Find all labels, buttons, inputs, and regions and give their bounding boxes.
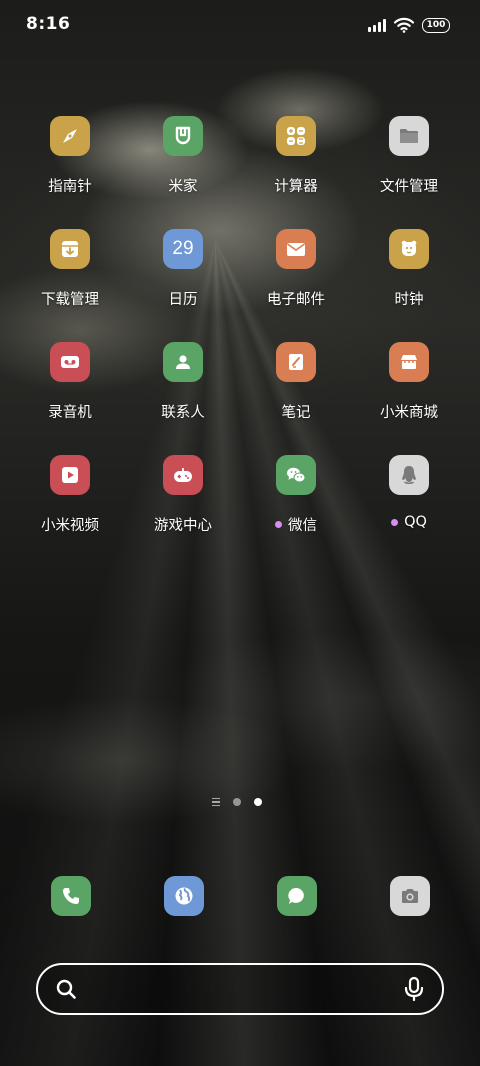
- app-calculator[interactable]: 计算器: [241, 116, 351, 216]
- qq-icon: [389, 455, 429, 495]
- dock-phone[interactable]: [51, 876, 91, 916]
- app-game-center[interactable]: 游戏中心: [128, 455, 238, 555]
- app-download-manager[interactable]: 下载管理: [15, 229, 125, 329]
- search-icon[interactable]: [54, 977, 78, 1001]
- app-compass[interactable]: 指南针: [15, 116, 125, 216]
- app-contacts[interactable]: 联系人: [128, 342, 238, 442]
- search-input[interactable]: [90, 965, 390, 1013]
- download-icon: [50, 229, 90, 269]
- status-icons: 100: [368, 16, 450, 34]
- dock-messages[interactable]: [277, 876, 317, 916]
- new-install-dot: [275, 521, 282, 528]
- gamepad-icon: [163, 455, 203, 495]
- signal-icon: [368, 18, 386, 32]
- app-file-manager[interactable]: 文件管理: [354, 116, 464, 216]
- page-dot[interactable]: [233, 798, 241, 806]
- page-list-icon[interactable]: [212, 797, 220, 807]
- page-dot-active[interactable]: [254, 798, 262, 806]
- status-time: 8:16: [26, 14, 71, 34]
- battery-level: 100: [426, 19, 446, 30]
- video-icon: [50, 455, 90, 495]
- calendar-icon: 29: [163, 229, 203, 269]
- app-label: 录音机: [48, 405, 92, 421]
- app-recorder[interactable]: 录音机: [15, 342, 125, 442]
- app-label: 游戏中心: [154, 518, 212, 534]
- app-mi-video[interactable]: 小米视频: [15, 455, 125, 555]
- mic-icon[interactable]: [402, 976, 426, 1002]
- app-label: 小米商城: [380, 405, 438, 421]
- app-label: 时钟: [394, 292, 424, 308]
- store-icon: [389, 342, 429, 382]
- dock-camera[interactable]: [390, 876, 430, 916]
- search-bar[interactable]: [36, 963, 444, 1015]
- app-label: 计算器: [274, 179, 318, 195]
- app-email[interactable]: 电子邮件: [241, 229, 351, 329]
- app-label: 微信: [275, 514, 317, 535]
- camera-icon: [402, 889, 418, 903]
- app-label: 联系人: [161, 405, 205, 421]
- app-label: 日历: [168, 292, 198, 308]
- recorder-icon: [50, 342, 90, 382]
- mijia-icon: [163, 116, 203, 156]
- contact-icon: [163, 342, 203, 382]
- app-mi-store[interactable]: 小米商城: [354, 342, 464, 442]
- app-label: QQ: [391, 514, 427, 530]
- mail-icon: [276, 229, 316, 269]
- compass-icon: [50, 116, 90, 156]
- phone-icon: [63, 888, 79, 904]
- new-install-dot: [391, 518, 399, 526]
- clock-icon: [389, 229, 429, 269]
- app-label: 电子邮件: [267, 292, 325, 308]
- app-wechat[interactable]: 微信: [241, 455, 351, 555]
- folder-icon: [389, 116, 429, 156]
- app-label: 指南针: [48, 179, 92, 195]
- note-icon: [276, 342, 316, 382]
- app-notes[interactable]: 笔记: [241, 342, 351, 442]
- app-clock[interactable]: 时钟: [354, 229, 464, 329]
- status-bar: 8:16 100: [0, 0, 480, 50]
- calculator-icon: [276, 116, 316, 156]
- battery-icon: 100: [422, 17, 450, 33]
- wechat-icon: [276, 455, 316, 495]
- page-indicator[interactable]: [212, 796, 272, 808]
- app-label: 下载管理: [41, 292, 99, 308]
- message-icon: [288, 887, 304, 904]
- browser-icon: [175, 887, 193, 905]
- app-qq[interactable]: QQ: [354, 455, 464, 555]
- app-mijia[interactable]: 米家: [128, 116, 238, 216]
- app-label: 米家: [168, 179, 198, 195]
- app-label: 小米视频: [41, 518, 99, 534]
- wifi-icon: [394, 17, 414, 33]
- app-label: 文件管理: [380, 179, 438, 195]
- dock-browser[interactable]: [164, 876, 204, 916]
- calendar-date: 29: [172, 238, 194, 259]
- app-label: 笔记: [281, 405, 311, 421]
- app-calendar[interactable]: 29 日历: [128, 229, 238, 329]
